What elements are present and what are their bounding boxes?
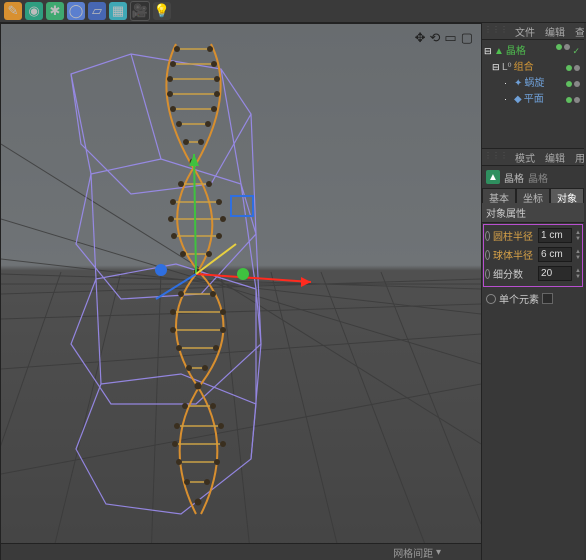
attr-title-2: 晶格 xyxy=(528,170,548,185)
attr-object-icon: ▲ xyxy=(486,170,500,184)
radio-icon[interactable] xyxy=(485,231,490,241)
label-subdiv: 细分数 xyxy=(493,266,535,281)
hud-max-icon[interactable]: ▢ xyxy=(461,30,473,46)
tab-view[interactable]: 查看 xyxy=(570,23,584,39)
radio-icon[interactable] xyxy=(485,269,490,279)
hier-root[interactable]: 晶格 xyxy=(506,44,526,59)
panel-grip-icon[interactable]: ⋮⋮⋮ xyxy=(482,23,510,39)
check-icon[interactable]: ✓ xyxy=(572,44,580,59)
tab-file[interactable]: 文件 xyxy=(510,23,540,39)
radio-icon[interactable] xyxy=(485,250,490,260)
label-cyl-radius: 圆柱半径 xyxy=(493,228,535,243)
attr-tab-edit[interactable]: 编辑 xyxy=(540,149,570,165)
tab-edit[interactable]: 编辑 xyxy=(540,23,570,39)
triangle-icon: ▲ xyxy=(494,44,504,59)
tool-cube-icon[interactable]: ▦ xyxy=(109,2,127,20)
viewport-perspective[interactable]: ✥ ⟲ ▭ ▢ 网格间距 ▾ xyxy=(0,23,482,560)
attr-tab-user[interactable]: 用户数据 xyxy=(570,149,584,165)
input-sphere-radius[interactable] xyxy=(538,247,572,262)
subtab-object[interactable]: 对象 xyxy=(550,188,584,203)
plane-icon: ◆ xyxy=(514,92,522,107)
checkbox-single-element[interactable] xyxy=(542,293,553,304)
hud-rotate-icon[interactable]: ⟲ xyxy=(430,30,441,46)
spinner-icon[interactable]: ▲▼ xyxy=(575,268,581,280)
tool-camera-icon[interactable]: 🎥 xyxy=(130,1,150,21)
attr-title-1: 晶格 xyxy=(504,170,524,185)
hier-helix[interactable]: 蜗旋 xyxy=(524,76,544,91)
hud-move-icon[interactable]: ✥ xyxy=(415,30,426,46)
tool-sphere-icon[interactable]: ◉ xyxy=(25,2,43,20)
status-text: 网格间距 xyxy=(393,545,433,560)
spline-icon: ✦ xyxy=(514,76,522,91)
hud-frame-icon[interactable]: ▭ xyxy=(444,30,456,46)
tool-ring-icon[interactable]: ◯ xyxy=(67,2,85,20)
parameters-group: 圆柱半径 ▲▼ 球体半径 ▲▼ 细分数 ▲▼ xyxy=(483,224,583,287)
spinner-icon[interactable]: ▲▼ xyxy=(575,249,581,261)
tool-pencil-icon[interactable]: ✎ xyxy=(4,2,22,20)
attr-grip-icon[interactable]: ⋮⋮⋮ xyxy=(482,149,510,165)
hier-group[interactable]: 组合 xyxy=(514,60,534,75)
object-hierarchy[interactable]: ⊟▲晶格✓ ⊟L⁰组合 ·✦蜗旋 ·◆平面 xyxy=(482,40,584,148)
subtab-basic[interactable]: 基本 xyxy=(482,188,516,203)
tool-gear-icon[interactable]: ✱ xyxy=(46,2,64,20)
attr-tab-mode[interactable]: 模式 xyxy=(510,149,540,165)
hier-plane[interactable]: 平面 xyxy=(524,92,544,107)
tool-light-icon[interactable]: 💡 xyxy=(153,2,171,20)
radio-icon[interactable] xyxy=(486,294,496,304)
subtab-coord[interactable]: 坐标 xyxy=(516,188,550,203)
spinner-icon[interactable]: ▲▼ xyxy=(575,230,581,242)
label-single-element: 单个元素 xyxy=(499,291,539,306)
tool-plane-icon[interactable]: ▱ xyxy=(88,2,106,20)
null-icon: L⁰ xyxy=(502,60,512,75)
section-object-props: 对象属性 xyxy=(482,203,584,223)
input-cyl-radius[interactable] xyxy=(538,228,572,243)
label-sphere-radius: 球体半径 xyxy=(493,247,535,262)
input-subdiv[interactable] xyxy=(538,266,572,281)
